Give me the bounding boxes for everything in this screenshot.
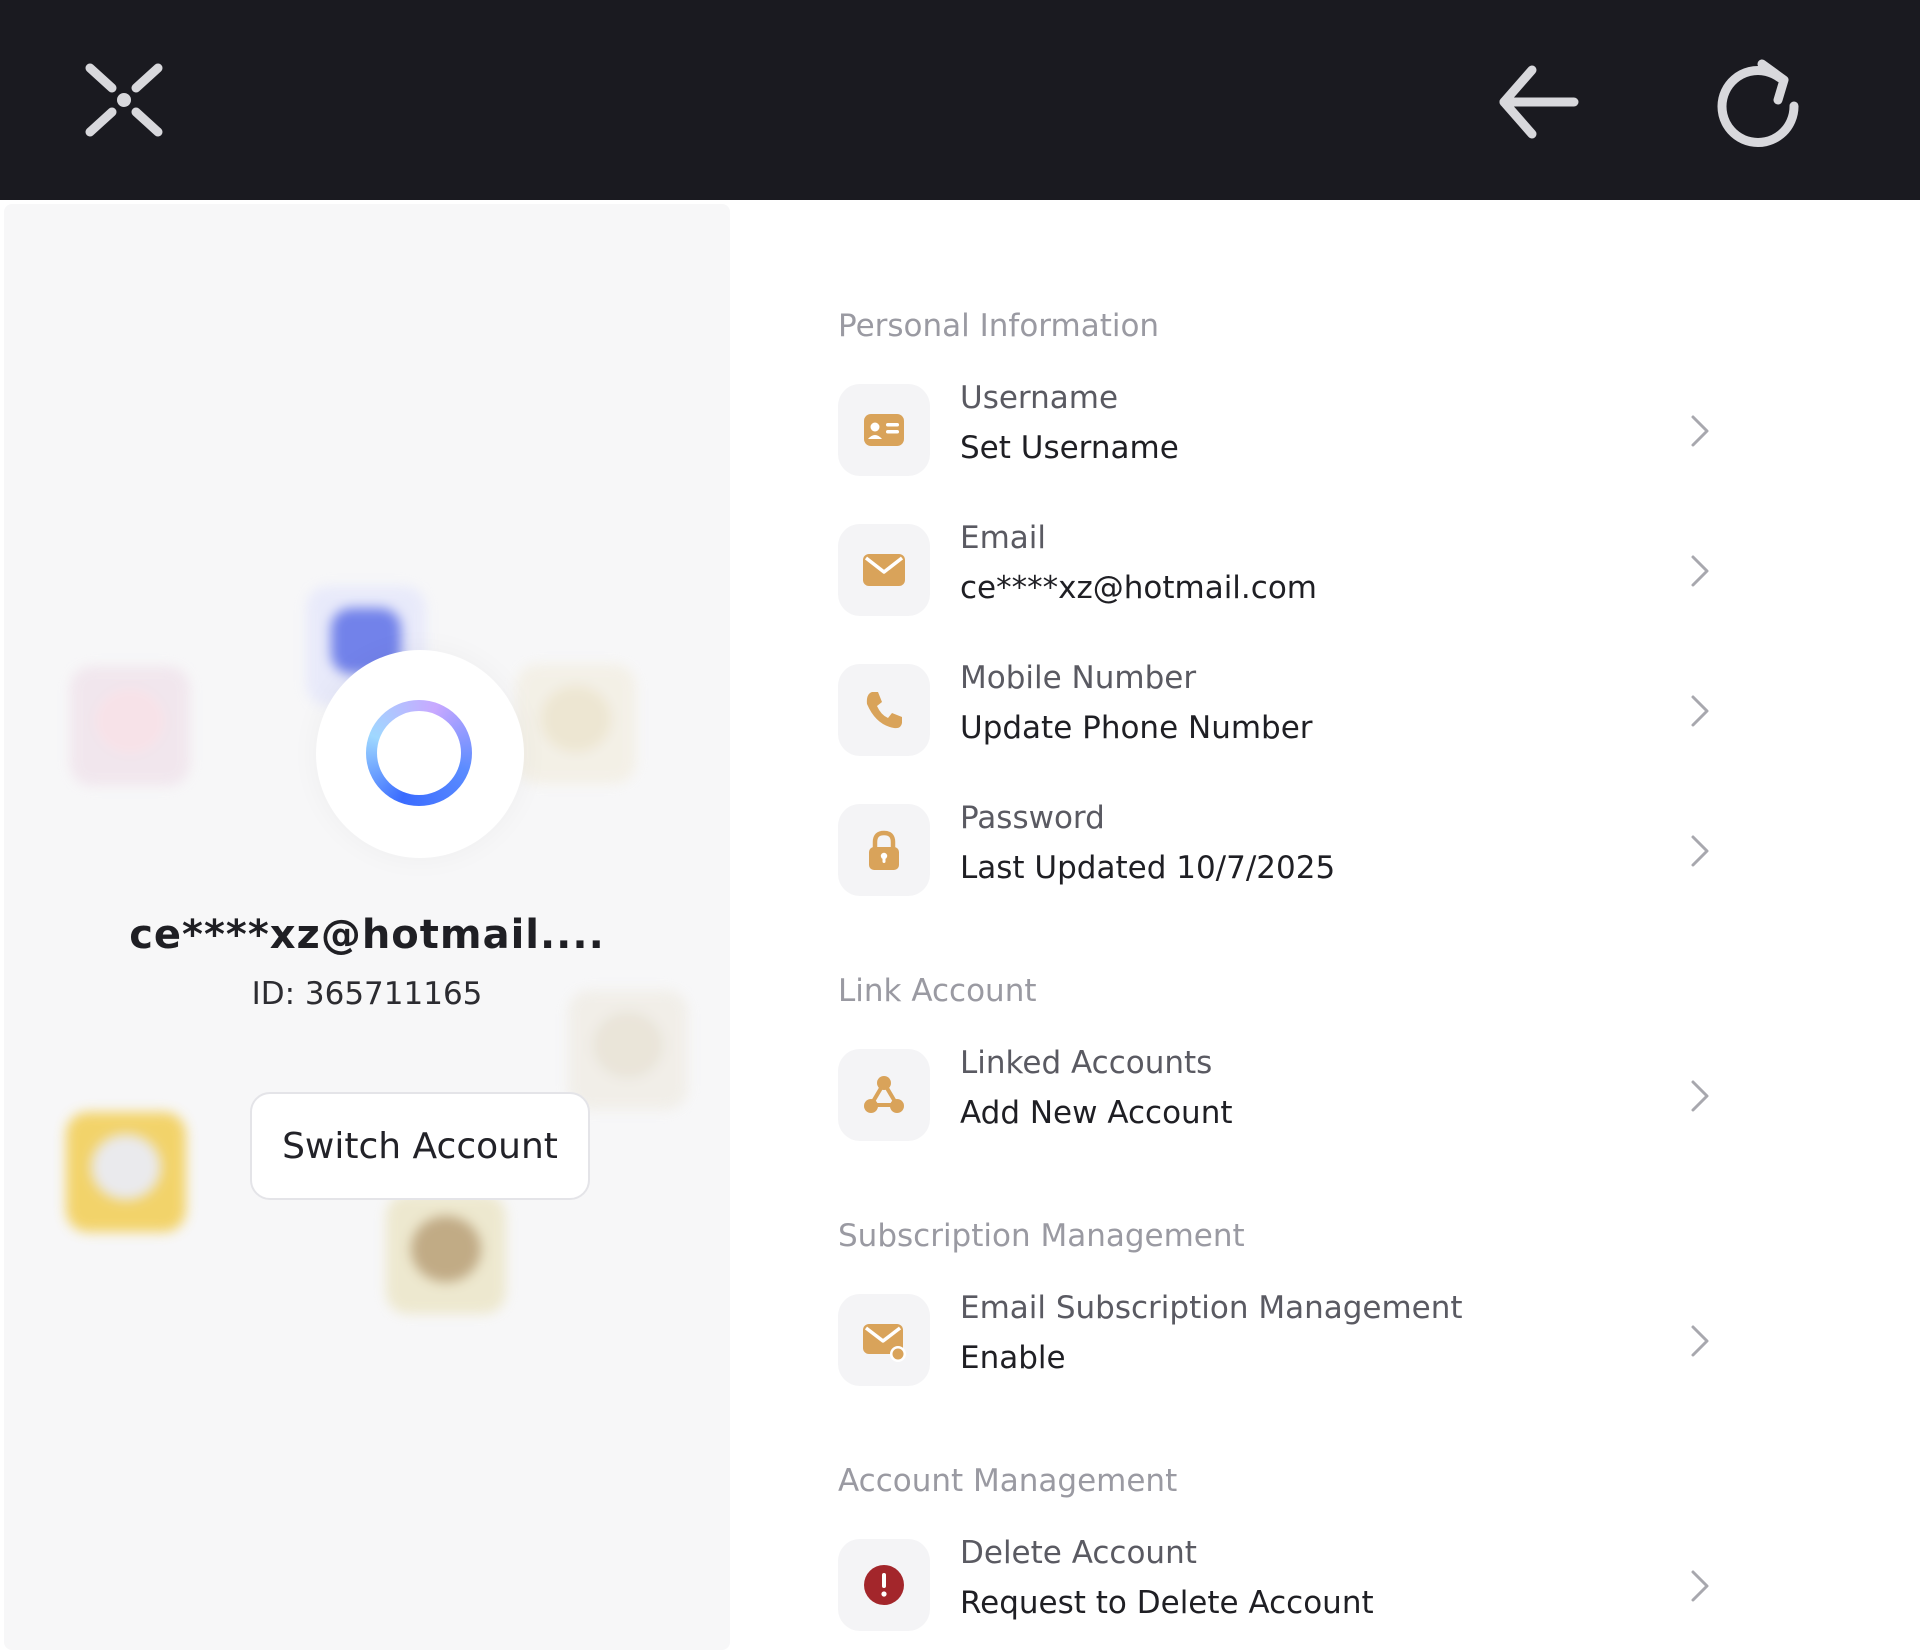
blurred-avatar: [386, 1194, 506, 1314]
chevron-right-icon: [1691, 555, 1709, 587]
chevron-right-icon: [1691, 1325, 1709, 1357]
lock-icon: [869, 830, 899, 870]
icon-tile: [838, 524, 930, 616]
id-card-icon: [864, 414, 904, 446]
row-label: Email: [960, 520, 1047, 556]
alert-icon: [864, 1565, 904, 1605]
row-value: Last Updated 10/7/2025: [960, 850, 1336, 886]
row-mobile[interactable]: Mobile Number Update Phone Number: [838, 660, 1718, 760]
icon-tile: [838, 664, 930, 756]
network-link-icon: [864, 1076, 904, 1113]
icon-tile: [838, 1539, 930, 1631]
mail-subscription-icon: [863, 1324, 906, 1362]
blurred-avatar: [66, 1112, 186, 1232]
row-password[interactable]: Password Last Updated 10/7/2025: [838, 800, 1718, 900]
row-value: Add New Account: [960, 1095, 1233, 1131]
app-logo: [316, 650, 524, 858]
icon-tile: [838, 1049, 930, 1141]
arrow-left-icon[interactable]: [1494, 62, 1580, 142]
row-delete-account[interactable]: Delete Account Request to Delete Account: [838, 1535, 1718, 1635]
icon-tile: [838, 804, 930, 896]
icon-tile: [838, 384, 930, 476]
row-label: Username: [960, 380, 1119, 416]
row-email[interactable]: Email ce****xz@hotmail.com: [838, 520, 1718, 620]
chevron-right-icon: [1691, 415, 1709, 447]
profile-id: ID: 365711165: [251, 976, 483, 1012]
row-linked-accounts[interactable]: Linked Accounts Add New Account: [838, 1045, 1718, 1145]
chevron-right-icon: [1691, 1080, 1709, 1112]
blurred-avatar: [70, 666, 190, 786]
switch-account-button[interactable]: Switch Account: [250, 1092, 590, 1200]
chevron-right-icon: [1691, 835, 1709, 867]
close-icon[interactable]: [82, 62, 166, 138]
row-value: Enable: [960, 1340, 1066, 1376]
chevron-right-icon: [1691, 1570, 1709, 1602]
row-label: Linked Accounts: [960, 1045, 1213, 1081]
row-email-subscription[interactable]: Email Subscription Management Enable: [838, 1290, 1718, 1390]
row-label: Email Subscription Management: [960, 1290, 1463, 1326]
logo-ring-icon: [366, 700, 472, 806]
icon-tile: [838, 1294, 930, 1386]
section-title-personal: Personal Information: [838, 308, 1160, 344]
row-value: Set Username: [960, 430, 1179, 466]
row-label: Delete Account: [960, 1535, 1197, 1571]
profile-email: ce****xz@hotmail....: [129, 912, 605, 958]
row-label: Password: [960, 800, 1105, 836]
refresh-icon[interactable]: [1712, 54, 1804, 150]
section-title-link: Link Account: [838, 973, 1037, 1009]
mail-icon: [863, 554, 905, 586]
section-title-subscription: Subscription Management: [838, 1218, 1245, 1254]
phone-icon: [866, 692, 902, 729]
chevron-right-icon: [1691, 695, 1709, 727]
blurred-avatar: [516, 664, 636, 784]
row-username[interactable]: Username Set Username: [838, 380, 1718, 480]
profile-panel: ce****xz@hotmail.... ID: 365711165 Switc…: [4, 204, 730, 1650]
row-value: Update Phone Number: [960, 710, 1313, 746]
row-value: ce****xz@hotmail.com: [960, 570, 1317, 606]
row-value: Request to Delete Account: [960, 1585, 1374, 1621]
section-title-account: Account Management: [838, 1463, 1178, 1499]
row-label: Mobile Number: [960, 660, 1197, 696]
top-bar: [0, 0, 1920, 200]
